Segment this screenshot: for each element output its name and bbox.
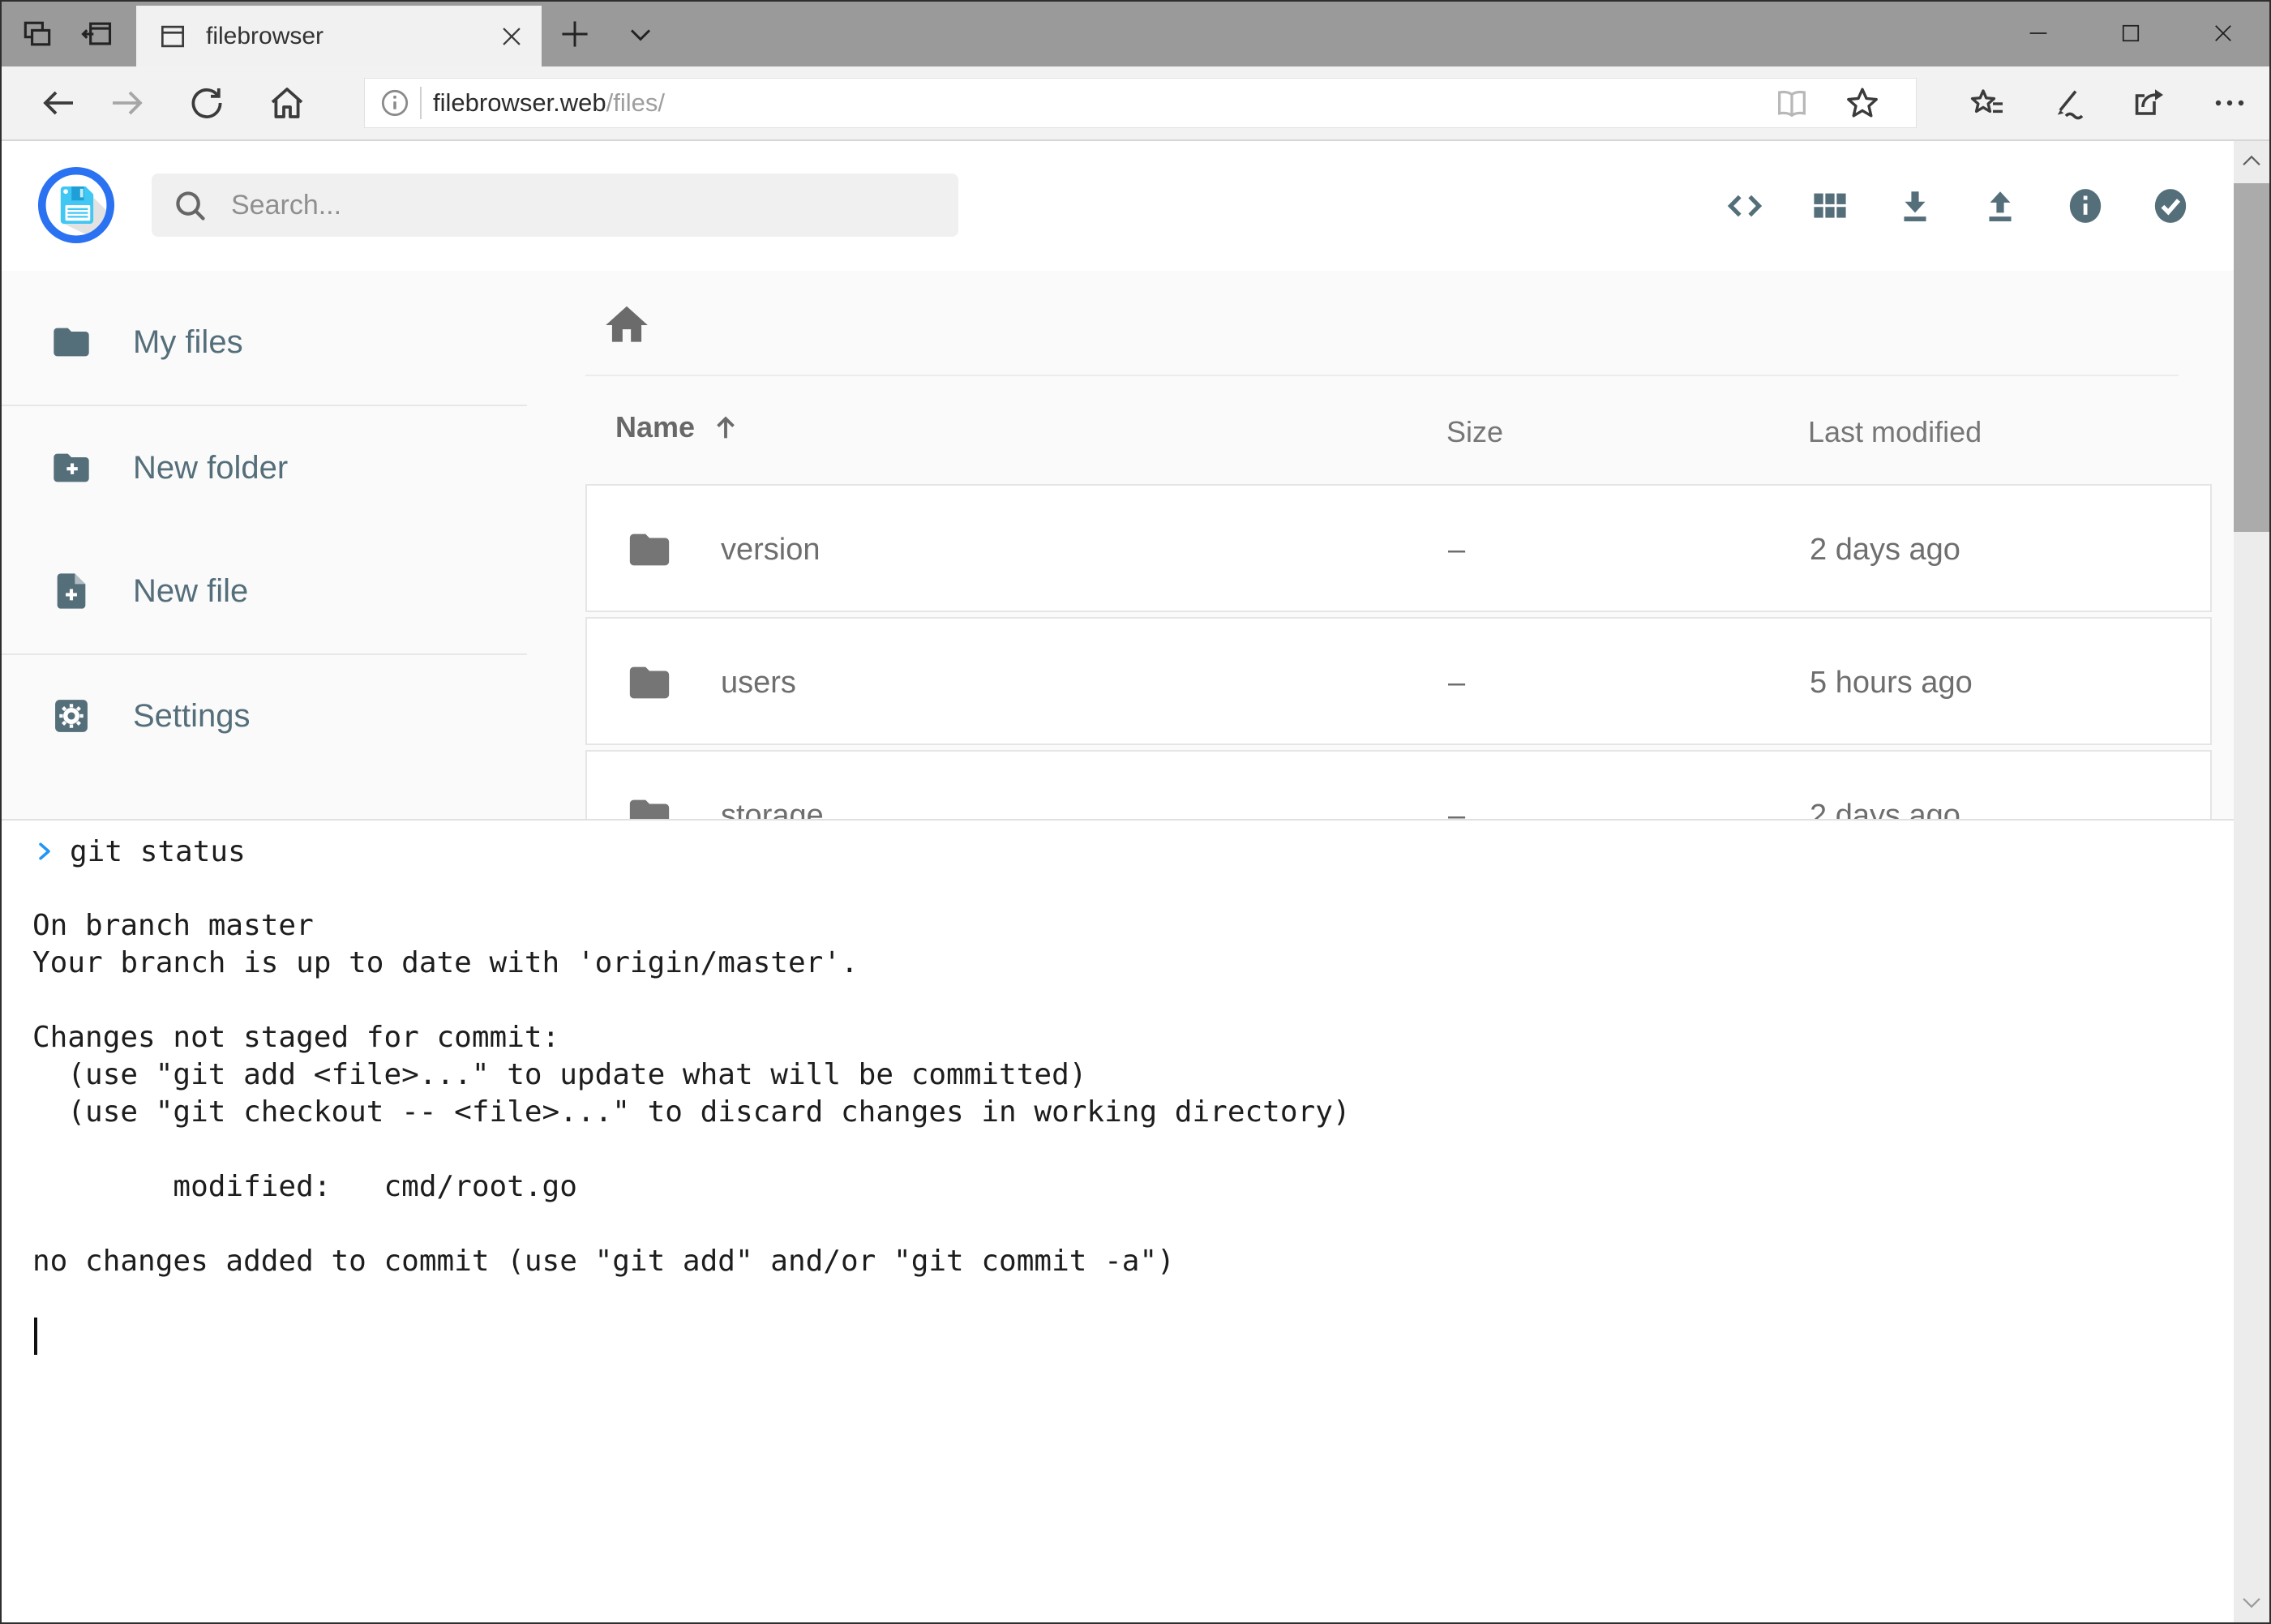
gear-icon [50, 695, 92, 737]
sidebar-item-label: My files [133, 324, 243, 361]
folder-plus-icon [50, 447, 92, 489]
check-circle-icon[interactable] [2150, 185, 2191, 227]
grid-view-icon[interactable] [1810, 185, 1850, 227]
refresh-icon[interactable] [187, 84, 226, 122]
folder-icon [626, 526, 673, 573]
file-row-users[interactable]: users – 5 hours ago [585, 617, 2212, 745]
sidebar-item-new-file[interactable]: New file [2, 559, 527, 623]
info-circle-icon[interactable] [2065, 185, 2106, 227]
column-headers: Name Size Last modified [527, 410, 2269, 452]
file-row-version[interactable]: version – 2 days ago [585, 484, 2212, 612]
new-tab-icon[interactable] [557, 16, 593, 52]
prompt-chevron-icon [32, 838, 57, 865]
address-bar[interactable]: filebrowser.web/files/ [364, 78, 1917, 128]
terminal-panel[interactable]: git status On branch master Your branch … [2, 819, 2269, 1622]
download-icon[interactable] [1895, 185, 1935, 227]
page-scrollbar[interactable] [2234, 141, 2269, 1622]
breadcrumb-home-icon[interactable] [602, 300, 652, 350]
terminal-command: git status [70, 835, 246, 868]
column-header-size[interactable]: Size [1446, 415, 1503, 449]
file-size: – [1448, 533, 1465, 568]
sidebar-item-label: Settings [133, 698, 251, 735]
listing-divider [585, 375, 2179, 376]
upload-icon[interactable] [1980, 185, 2020, 227]
folder-icon [50, 321, 92, 363]
search-input[interactable] [229, 189, 881, 222]
set-tabs-aside-icon[interactable] [79, 16, 114, 52]
close-window-button[interactable] [2177, 2, 2269, 65]
web-note-pen-icon[interactable] [2049, 84, 2088, 122]
tab-dropdown-icon[interactable] [623, 16, 658, 52]
site-info-icon[interactable] [378, 86, 412, 120]
terminal-output: On branch master Your branch is up to da… [32, 907, 2269, 1280]
column-header-modified[interactable]: Last modified [1808, 415, 1982, 449]
file-size: – [1448, 666, 1465, 701]
floppy-disk-logo[interactable] [37, 166, 115, 244]
terminal-command-line: git status [32, 833, 2269, 870]
reading-view-icon[interactable] [1773, 84, 1810, 122]
folder-icon [626, 659, 673, 706]
page-favicon [157, 21, 188, 52]
window-controls [1992, 2, 2269, 65]
sidebar-item-label: New folder [133, 450, 288, 486]
tab-bar: filebrowser [2, 2, 2269, 66]
sidebar-item-my-files[interactable]: My files [2, 310, 527, 375]
sidebar-item-new-folder[interactable]: New folder [2, 435, 527, 500]
browser-tab[interactable]: filebrowser [136, 6, 542, 66]
url-path: /files/ [606, 88, 665, 118]
sidebar-divider [2, 405, 527, 406]
minimize-button[interactable] [1992, 2, 2085, 65]
url-host: filebrowser.web [433, 88, 606, 118]
maximize-button[interactable] [2085, 2, 2177, 65]
urlbar-divider [420, 87, 422, 119]
sidebar-divider [2, 653, 527, 655]
sidebar-item-label: New file [133, 573, 248, 610]
file-plus-icon [50, 570, 92, 612]
tab-preview-icon[interactable] [19, 16, 55, 52]
sidebar-item-settings[interactable]: Settings [2, 683, 527, 748]
tab-title: filebrowser [206, 23, 498, 50]
scrollbar-down-icon[interactable] [2234, 1582, 2269, 1622]
share-icon[interactable] [2129, 84, 2168, 122]
sort-ascending-icon [709, 411, 742, 443]
scrollbar-up-icon[interactable] [2234, 141, 2269, 182]
back-icon[interactable] [39, 84, 78, 122]
code-editor-icon[interactable] [1725, 185, 1765, 227]
close-tab-icon[interactable] [498, 23, 525, 50]
app-header [2, 141, 2269, 271]
hub-favorites-icon[interactable] [1968, 84, 2007, 122]
terminal-cursor [34, 1318, 37, 1355]
file-name: version [721, 533, 821, 568]
forward-icon[interactable] [108, 84, 147, 122]
header-actions [1725, 141, 2191, 271]
more-options-icon[interactable] [2210, 84, 2249, 122]
search-box[interactable] [152, 174, 958, 237]
scrollbar-thumb[interactable] [2234, 183, 2269, 532]
file-name: users [721, 666, 796, 701]
file-modified: 5 hours ago [1810, 666, 1973, 701]
home-icon[interactable] [268, 84, 306, 122]
browser-toolbar: filebrowser.web/files/ [2, 66, 2269, 141]
column-header-name[interactable]: Name [615, 410, 742, 444]
browser-window: filebrowser [0, 0, 2271, 1624]
search-icon [171, 186, 208, 224]
favorite-star-icon[interactable] [1843, 84, 1882, 122]
file-modified: 2 days ago [1810, 533, 1960, 568]
